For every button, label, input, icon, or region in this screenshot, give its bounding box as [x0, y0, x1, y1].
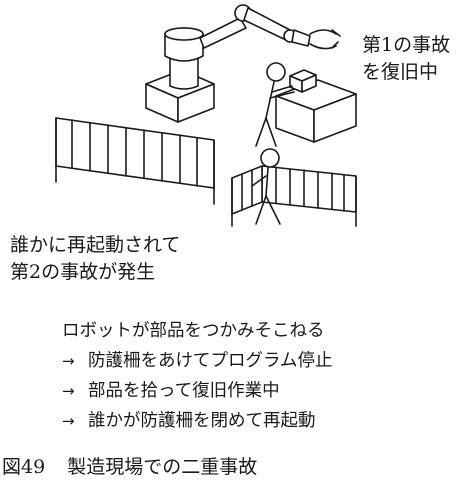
figure-caption: 図49 製造現場での二重事故	[2, 452, 257, 479]
second-accident-label: 誰かに再起動されて 第2の事故が発生	[10, 232, 180, 286]
sequence-step: → 誰かが防護柵を閉めて再起動	[62, 406, 332, 436]
protective-fence-left-icon	[55, 117, 215, 205]
protective-fence-right-icon	[231, 165, 357, 227]
right-arrow-icon: →	[62, 382, 75, 400]
sequence-step-text: 部品を拾って復旧作業中	[88, 381, 280, 401]
right-arrow-icon: →	[62, 352, 75, 370]
sequence-step: → 防護柵をあけてプログラム停止	[62, 346, 332, 376]
incident-sequence: ロボットが部品をつかみそこねる → 防護柵をあけてプログラム停止 → 部品を拾っ…	[62, 316, 332, 436]
sequence-intro: ロボットが部品をつかみそこねる	[62, 316, 332, 346]
first-accident-line-1: 第1の事故	[362, 34, 451, 56]
sequence-step-text: 防護柵をあけてプログラム停止	[88, 351, 333, 371]
right-arrow-icon: →	[62, 412, 75, 430]
first-accident-line-2: を復旧中	[362, 61, 439, 83]
second-accident-line-1: 誰かに再起動されて	[10, 234, 181, 256]
sequence-step-text: 誰かが防護柵を閉めて再起動	[88, 411, 316, 431]
figure-number: 図49	[2, 456, 46, 478]
second-accident-line-2: 第2の事故が発生	[10, 261, 156, 283]
figure-title: 製造現場での二重事故	[67, 456, 258, 478]
sequence-step: → 部品を拾って復旧作業中	[62, 376, 332, 406]
sequence-intro-text: ロボットが部品をつかみそこねる	[62, 321, 325, 341]
work-table-icon	[275, 79, 357, 143]
first-accident-label: 第1の事故 を復旧中	[362, 32, 450, 86]
